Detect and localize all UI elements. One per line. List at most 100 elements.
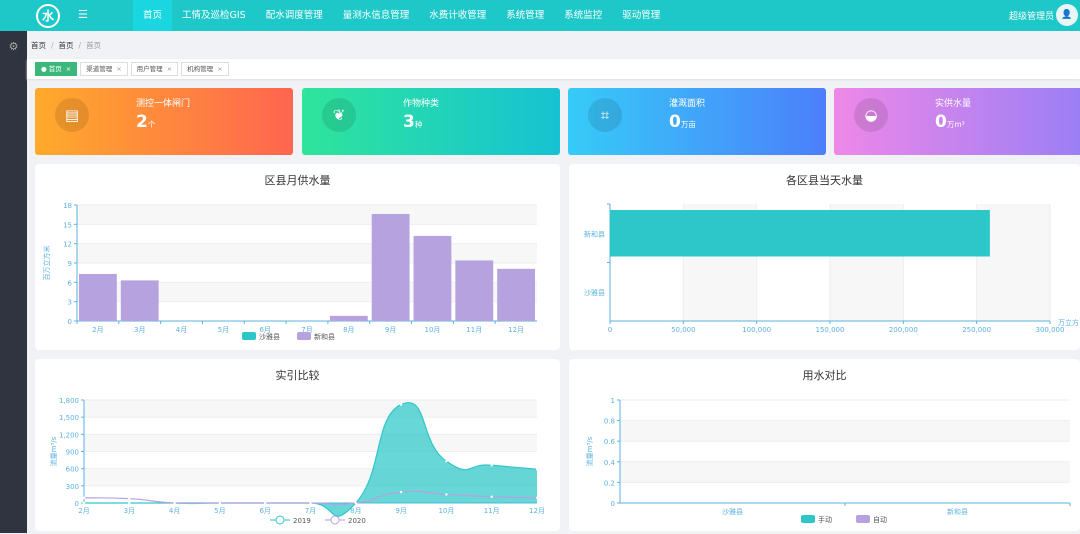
indent-icon[interactable]: ☰ <box>78 8 88 21</box>
breadcrumb-item[interactable]: 首页 <box>59 41 74 50</box>
grid-band <box>620 420 1070 442</box>
x-tick-label: 12月 <box>529 507 545 515</box>
x-tick-label: 5月 <box>214 507 225 515</box>
data-point <box>445 493 448 496</box>
tab-label: 渠道管理 <box>86 65 113 73</box>
grid-band <box>620 461 1070 483</box>
nav-home[interactable]: 首页 <box>133 0 173 31</box>
card-value: 3种 <box>403 112 423 132</box>
legend-label: 沙雅县 <box>259 332 280 341</box>
x-tick-label: 10月 <box>424 326 440 334</box>
nav-system[interactable]: 系统管理 <box>496 0 554 31</box>
monthly-supply-panel: 区县月供水量 0 3 6 9 12 15 18 百万立方米 2月 3月 4月 5月 6月 7月 8月 9月 10月… <box>35 164 560 350</box>
x-tick-label: 9月 <box>395 507 406 515</box>
x-tick-label: 4月 <box>176 326 187 334</box>
grid-band <box>77 243 537 263</box>
card-value: 2个 <box>136 112 156 132</box>
card-label: 测控一体闸门 <box>136 99 191 109</box>
logo[interactable]: 水 <box>36 4 60 28</box>
stat-card-crops: ❦ 作物种类 3种 <box>302 88 560 155</box>
close-icon[interactable]: × <box>66 65 71 73</box>
card-label: 作物种类 <box>403 99 440 109</box>
y-tick-label: 0.6 <box>604 438 616 446</box>
tab-home[interactable]: ● 首页 × <box>35 62 78 76</box>
y-tick-label: 9 <box>68 260 72 268</box>
main-nav: 首页 工情及巡检GIS 配水调度管理 量测水信息管理 水费计收管理 系统管理 系… <box>133 0 670 31</box>
area-icon: ⌗ <box>588 98 622 132</box>
data-point <box>128 497 131 500</box>
x-tick-label: 150,000 <box>816 326 845 334</box>
chart-title: 实引比较 <box>275 369 320 382</box>
y-tick-label: 900 <box>66 449 79 457</box>
user-name[interactable]: 超级管理员 <box>1009 9 1054 22</box>
y-tick-label: 300 <box>66 483 79 491</box>
x-tick-label: 11月 <box>484 507 500 515</box>
y-tick-label: 1,200 <box>59 431 79 439</box>
data-point <box>535 468 539 471</box>
actual-compare-panel: 实引比较 0 300 600 900 1,200 1,500 1,800 流量m³/s 2月 3月 4… <box>35 359 560 531</box>
x-tick-label: 沙雅县 <box>722 507 743 516</box>
grid-band <box>84 400 537 418</box>
tab-channel[interactable]: 渠道管理 × <box>80 62 128 76</box>
y-tick-label: 6 <box>68 279 73 287</box>
sidebar: ⚙ <box>0 31 27 533</box>
x-tick-label: 5月 <box>218 326 229 334</box>
data-point <box>354 501 357 505</box>
tab-users[interactable]: 用户管理 × <box>130 62 179 76</box>
data-point <box>173 501 176 505</box>
x-tick-label: 3月 <box>124 507 135 515</box>
close-icon[interactable]: × <box>116 65 121 73</box>
data-point <box>128 501 131 505</box>
bar <box>455 260 494 321</box>
nav-monitor[interactable]: 系统监控 <box>554 0 612 31</box>
gate-icon: ▤ <box>55 98 89 132</box>
x-tick-label: 0 <box>608 326 612 334</box>
tab-org[interactable]: 机构管理 × <box>181 62 229 76</box>
data-point <box>490 464 493 467</box>
gear-icon[interactable]: ⚙ <box>9 40 19 53</box>
data-point <box>264 501 267 505</box>
close-icon[interactable]: × <box>167 65 172 73</box>
usage-compare-panel: 用水对比 0 0.2 0.4 0.6 0.8 1 流量m³/s 沙雅县 新和县 手动 自动 <box>569 359 1080 531</box>
leaf-icon: ❦ <box>322 98 356 132</box>
close-icon[interactable]: × <box>217 65 222 73</box>
data-point <box>490 495 493 498</box>
x-tick-label: 200,000 <box>889 326 918 334</box>
y-tick-label: 18 <box>63 202 72 210</box>
x-tick-label: 100,000 <box>742 326 771 334</box>
x-tick-label: 2月 <box>92 326 103 334</box>
x-tick-label: 250,000 <box>962 326 991 334</box>
legend-label: 手动 <box>818 515 832 524</box>
nav-measure[interactable]: 量测水信息管理 <box>333 0 420 31</box>
card-label: 实供水量 <box>935 99 972 109</box>
bar <box>413 235 452 321</box>
nav-gis[interactable]: 工情及巡检GIS <box>172 0 256 31</box>
grid-band <box>84 434 537 452</box>
nav-driver[interactable]: 驱动管理 <box>612 0 670 31</box>
grid-band <box>77 205 537 225</box>
nav-dispatch[interactable]: 配水调度管理 <box>256 0 333 31</box>
breadcrumb-current: 首页 <box>86 41 102 50</box>
x-tick-label: 8月 <box>350 507 361 515</box>
bar <box>329 315 368 321</box>
tab-label: 用户管理 <box>136 65 163 73</box>
data-point <box>399 490 403 494</box>
x-tick-label: 11月 <box>466 326 482 334</box>
y-tick-label: 3 <box>68 299 72 307</box>
legend-marker <box>275 515 285 525</box>
y-tick-label: 1 <box>611 397 615 405</box>
x-tick-label: 9月 <box>385 326 396 334</box>
y-tick-label: 0 <box>68 318 72 326</box>
x-tick-label: 3月 <box>134 326 145 334</box>
x-tick-label: 300,000 <box>1036 326 1065 334</box>
breadcrumb: 首页 / 首页 / 首页 <box>31 41 102 50</box>
y-tick-label: 0 <box>611 500 615 508</box>
x-tick-label: 4月 <box>169 507 180 515</box>
stat-card-area: ⌗ 灌溉面积 0万亩 <box>568 88 826 155</box>
avatar[interactable]: 👤 <box>1056 4 1078 26</box>
nav-fee[interactable]: 水费计收管理 <box>419 0 496 31</box>
breadcrumb-item[interactable]: 首页 <box>31 41 46 50</box>
tabs-bar: ● 首页 × 渠道管理 × 用户管理 × 机构管理 × <box>27 59 1080 79</box>
y-axis-label: 百万立方米 <box>42 246 51 281</box>
y-tick-label: 沙雅县 <box>584 288 605 297</box>
